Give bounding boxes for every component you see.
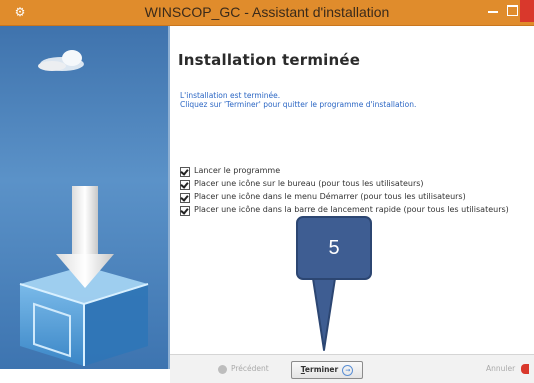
step-callout: 5 (296, 216, 372, 280)
callout-pointer (311, 271, 337, 351)
